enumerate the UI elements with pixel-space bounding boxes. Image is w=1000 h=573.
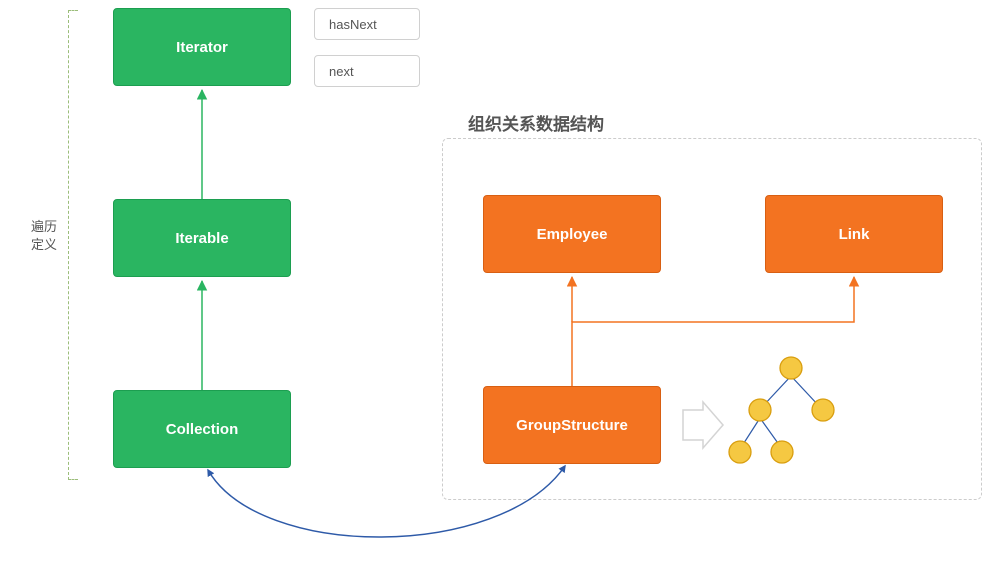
employee-box: Employee xyxy=(483,195,661,273)
next-label: next xyxy=(329,64,354,79)
collection-label: Collection xyxy=(166,421,239,438)
employee-label: Employee xyxy=(537,226,608,243)
bracket-label-l1: 遍历 xyxy=(31,219,57,234)
bracket-label: 遍历 定义 xyxy=(28,218,60,254)
next-box: next xyxy=(314,55,420,87)
hasnext-label: hasNext xyxy=(329,17,377,32)
left-bracket xyxy=(68,10,78,480)
hasnext-box: hasNext xyxy=(314,8,420,40)
collection-box: Collection xyxy=(113,390,291,468)
bracket-label-l2: 定义 xyxy=(31,237,57,252)
section-title: 组织关系数据结构 xyxy=(468,110,604,135)
link-label: Link xyxy=(839,226,870,243)
iterable-box: Iterable xyxy=(113,199,291,277)
groupstructure-box: GroupStructure xyxy=(483,386,661,464)
link-box: Link xyxy=(765,195,943,273)
iterator-label: Iterator xyxy=(176,39,228,56)
iterator-box: Iterator xyxy=(113,8,291,86)
iterable-label: Iterable xyxy=(175,230,228,247)
section-title-text: 组织关系数据结构 xyxy=(468,115,604,134)
groupstructure-label: GroupStructure xyxy=(516,417,628,434)
